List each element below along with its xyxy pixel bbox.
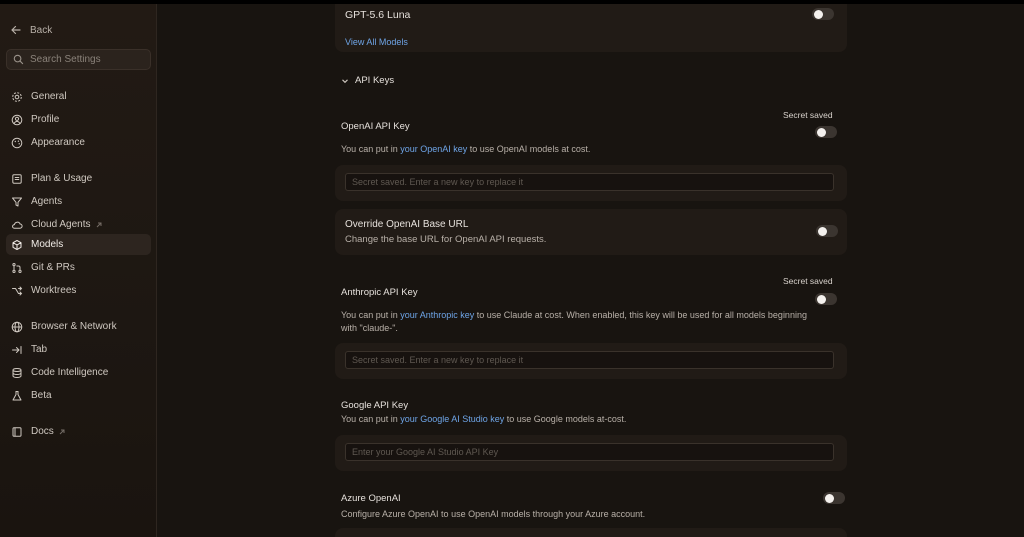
sidebar-item-label: General bbox=[31, 91, 67, 102]
gear-icon bbox=[12, 91, 22, 102]
user-circle-icon bbox=[11, 114, 23, 125]
sidebar-item-label: Docs bbox=[31, 426, 54, 437]
openai-key-toggle[interactable] bbox=[815, 126, 837, 138]
openai-key-field-card bbox=[335, 165, 847, 201]
model-toggle[interactable] bbox=[812, 8, 834, 20]
flask-icon bbox=[12, 390, 22, 400]
search-settings[interactable] bbox=[6, 49, 151, 70]
models-card: GPT-5.6 Luna View All Models bbox=[335, 4, 847, 52]
sidebar-item-git-prs[interactable]: Git & PRs bbox=[6, 257, 151, 278]
override-base-url-title: Override OpenAI Base URL bbox=[345, 219, 469, 230]
azure-openai-description: Configure Azure OpenAI to use OpenAI mod… bbox=[341, 509, 646, 519]
database-icon bbox=[12, 367, 22, 378]
api-keys-section-header[interactable]: API Keys bbox=[341, 75, 394, 86]
section-title: API Keys bbox=[355, 75, 395, 86]
desc-text: You can put in bbox=[341, 310, 401, 320]
google-key-link[interactable]: your Google AI Studio key bbox=[400, 414, 504, 424]
worktree-icon bbox=[12, 286, 23, 295]
sidebar-item-browser-network[interactable]: Browser & Network bbox=[6, 316, 151, 337]
cloud-icon bbox=[12, 221, 23, 229]
desc-text: You can put in bbox=[341, 414, 401, 424]
sidebar-item-appearance[interactable]: Appearance bbox=[6, 132, 151, 153]
sidebar-item-plan-usage[interactable]: Plan & Usage bbox=[6, 168, 151, 189]
sidebar-item-label: Code Intelligence bbox=[31, 367, 109, 378]
google-key-title: Google API Key bbox=[341, 400, 409, 411]
sidebar-item-docs[interactable]: Docs bbox=[6, 421, 151, 442]
globe-icon bbox=[11, 321, 23, 332]
sidebar-item-profile[interactable]: Profile bbox=[6, 109, 151, 130]
anthropic-secret-status: Secret saved bbox=[783, 276, 833, 286]
sidebar-item-cloud-agents[interactable]: Cloud Agents bbox=[6, 214, 151, 235]
palette-icon bbox=[11, 137, 23, 148]
git-branch-icon bbox=[12, 262, 22, 273]
search-input[interactable] bbox=[30, 54, 140, 65]
chevron-down-icon bbox=[342, 78, 348, 83]
sidebar-item-agents[interactable]: Agents bbox=[6, 191, 151, 212]
sidebar-item-label: Browser & Network bbox=[31, 321, 117, 332]
openai-secret-status: Secret saved bbox=[783, 110, 833, 120]
view-all-models-link[interactable]: View All Models bbox=[345, 37, 408, 47]
back-label: Back bbox=[30, 24, 53, 36]
settings-main-panel: GPT-5.6 Luna View All Models API Keys Se… bbox=[158, 4, 1024, 537]
tab-arrow-icon bbox=[12, 345, 22, 354]
sidebar-item-label: Plan & Usage bbox=[31, 173, 93, 184]
openai-key-link[interactable]: your OpenAI key bbox=[400, 144, 467, 154]
sidebar-item-label: Beta bbox=[31, 390, 52, 401]
book-icon bbox=[12, 426, 22, 437]
sidebar-item-beta[interactable]: Beta bbox=[6, 385, 151, 406]
external-link-icon bbox=[59, 429, 65, 434]
back-button[interactable]: Back bbox=[10, 21, 52, 39]
filter-icon bbox=[12, 197, 22, 206]
anthropic-key-title: Anthropic API Key bbox=[341, 287, 418, 298]
desc-text: You can put in bbox=[341, 144, 401, 154]
document-icon bbox=[12, 173, 22, 184]
override-base-url-description: Change the base URL for OpenAI API reque… bbox=[345, 234, 547, 245]
override-base-url-card: Override OpenAI Base URL Change the base… bbox=[335, 209, 847, 255]
google-key-description: You can put in your Google AI Studio key… bbox=[341, 413, 861, 426]
desc-text: to use Google models at-cost. bbox=[504, 414, 627, 424]
settings-sidebar: Back General Profile Appearance Plan & U… bbox=[0, 4, 157, 537]
desc-text: to use Claude at cost. When enabled, thi… bbox=[474, 310, 807, 320]
anthropic-key-description: You can put in your Anthropic key to use… bbox=[341, 309, 861, 335]
sidebar-item-worktrees[interactable]: Worktrees bbox=[6, 280, 151, 301]
google-key-field-card bbox=[335, 435, 847, 471]
model-name: GPT-5.6 Luna bbox=[345, 9, 411, 21]
google-key-input[interactable] bbox=[345, 443, 834, 461]
sidebar-item-label: Tab bbox=[31, 344, 48, 355]
sidebar-item-tab[interactable]: Tab bbox=[6, 339, 151, 360]
openai-key-description: You can put in your OpenAI key to use Op… bbox=[341, 143, 861, 156]
azure-openai-toggle[interactable] bbox=[823, 492, 845, 504]
external-link-icon bbox=[96, 222, 101, 227]
sidebar-item-models[interactable]: Models bbox=[6, 234, 151, 255]
search-icon bbox=[13, 54, 24, 65]
cube-icon bbox=[12, 239, 22, 250]
sidebar-item-label: Git & PRs bbox=[31, 262, 75, 273]
sidebar-item-label: Worktrees bbox=[31, 285, 77, 296]
sidebar-item-label: Models bbox=[31, 239, 64, 250]
sidebar-item-label: Cloud Agents bbox=[31, 219, 91, 230]
azure-openai-title: Azure OpenAI bbox=[341, 493, 401, 504]
sidebar-item-label: Agents bbox=[31, 196, 63, 207]
anthropic-key-field-card bbox=[335, 343, 847, 379]
openai-key-title: OpenAI API Key bbox=[341, 121, 410, 132]
sidebar-item-code-intelligence[interactable]: Code Intelligence bbox=[6, 362, 151, 383]
anthropic-key-input[interactable] bbox=[345, 351, 834, 369]
openai-key-input[interactable] bbox=[345, 173, 834, 191]
azure-openai-card bbox=[335, 528, 847, 537]
sidebar-item-general[interactable]: General bbox=[6, 86, 151, 107]
sidebar-item-label: Appearance bbox=[31, 137, 85, 148]
desc-text: with "claude-". bbox=[341, 323, 398, 333]
desc-text: to use OpenAI models at cost. bbox=[467, 144, 591, 154]
anthropic-key-link[interactable]: your Anthropic key bbox=[400, 310, 474, 320]
anthropic-key-toggle[interactable] bbox=[815, 293, 837, 305]
sidebar-item-label: Profile bbox=[31, 114, 60, 125]
override-base-url-toggle[interactable] bbox=[816, 225, 838, 237]
arrow-left-icon bbox=[11, 25, 21, 35]
